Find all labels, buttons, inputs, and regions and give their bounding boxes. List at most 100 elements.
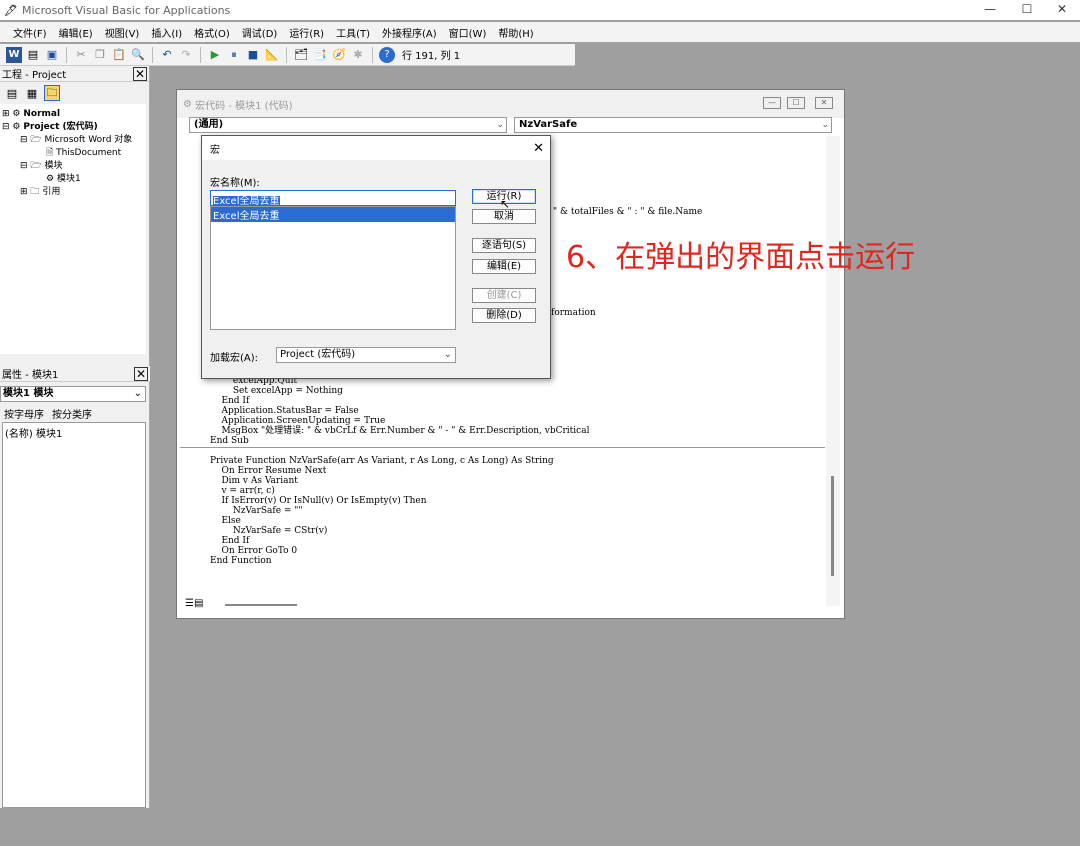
insert-module-icon[interactable]: ▤ [25,47,41,63]
tree-item-thisdocument[interactable]: 🗎 ThisDocument [2,147,144,160]
tree-item-modules[interactable]: ⊟ 🗁 模块 [2,160,144,173]
tree-item-word-objects[interactable]: ⊟ 🗁 Microsoft Word 对象 [2,134,144,147]
vba-project-icon: ⚙ [12,122,21,132]
folder-icon: 🗁 [30,135,42,145]
property-row-name[interactable]: (名称) 模块1 [5,425,143,440]
paste-icon[interactable]: 📋 [111,47,127,63]
dialog-caption: 宏 ✕ [202,136,550,160]
collapse-icon[interactable]: ⊟ [2,121,10,134]
help-icon[interactable]: ? [379,46,395,63]
save-icon[interactable]: ▣ [44,47,60,63]
code-minimize-button[interactable]: — [763,97,781,109]
view-object-icon[interactable]: ▦ [24,85,40,101]
code-line: Private Function NzVarSafe(arr As Varian… [210,456,554,466]
delete-button[interactable]: 删除(D) [472,308,536,323]
tree-item-references[interactable]: ⊞ 🗀 引用 [2,186,144,199]
view-code-icon[interactable]: ▤ [4,85,20,101]
close-project-pane-button[interactable]: ✕ [133,66,147,81]
horizontal-scrollbar-thumb[interactable] [225,604,297,606]
collapse-icon[interactable]: ⊟ [20,134,28,147]
toggle-folders-icon[interactable]: 🗀 [44,85,60,101]
toolbox-icon[interactable]: ✱ [350,47,366,63]
run-icon[interactable]: ▶ [207,47,223,63]
code-line: If IsError(v) Or IsNull(v) Or IsEmpty(v)… [210,496,427,506]
code-window-title: 宏代码 - 模块1 (代码) [195,100,293,112]
menu-file[interactable]: 文件(F) [12,25,48,40]
macro-name-input[interactable]: Excel全局去重 [210,190,456,207]
code-line: On Error GoTo 0 [210,546,298,556]
macro-list-item[interactable]: Excel全局去重 [211,207,455,222]
code-line: v = arr(r, c) [210,486,275,496]
create-button[interactable]: 创建(C) [472,288,536,303]
menu-edit[interactable]: 编辑(E) [58,25,94,40]
view-toggle-icons[interactable]: ☰▤ [185,598,203,609]
macro-name-label: 宏名称(M): [210,178,260,189]
tab-categorized[interactable]: 按分类序 [52,406,92,421]
toolbar-separator [66,46,67,63]
cut-icon[interactable]: ✂ [73,47,89,63]
macro-list[interactable]: Excel全局去重 [210,206,456,330]
menu-run[interactable]: 运行(R) [288,25,325,40]
code-window-caption: ⚙ 宏代码 - 模块1 (代码) — ☐ ✕ [177,90,844,118]
project-explorer-icon[interactable]: 🗂 [293,47,309,63]
code-line: Application.ScreenUpdating = True [210,416,386,426]
code-line: NzVarSafe = CStr(v) [210,526,328,536]
module-icon: ⚙ [46,174,55,184]
word-icon[interactable]: W [6,46,22,63]
undo-icon[interactable]: ↶ [159,47,175,63]
menu-debug[interactable]: 调试(D) [241,25,279,40]
menu-window[interactable]: 窗口(W) [448,25,488,40]
toolbar-separator [286,46,287,63]
vba-app-icon: 🖋 [4,3,18,17]
properties-icon[interactable]: 📑 [312,47,328,63]
menu-addins[interactable]: 外接程序(A) [381,25,438,40]
object-combo[interactable]: (通用) ⌄ [189,117,507,133]
code-close-button[interactable]: ✕ [815,97,833,109]
properties-object-select[interactable]: 模块1 模块 ⌄ [0,386,146,402]
dialog-close-icon[interactable]: ✕ [533,141,544,156]
standard-toolbar: W ▤ ▣ ✂ ❐ 📋 🔍 ↶ ↷ ▶ ⏸ ■ 📐 🗂 📑 🧭 ✱ ? 行 19… [0,44,575,66]
menu-view[interactable]: 视图(V) [104,25,141,40]
menu-help[interactable]: 帮助(H) [497,25,534,40]
find-icon[interactable]: 🔍 [130,47,146,63]
tree-item-project[interactable]: ⊟ ⚙ Project (宏代码) [2,121,144,134]
menu-format[interactable]: 格式(O) [193,25,231,40]
toolbar-separator [152,46,153,63]
code-line: End If [210,536,250,546]
menu-tools[interactable]: 工具(T) [335,25,371,40]
code-line: Else [210,516,241,526]
collapse-icon[interactable]: ⊟ [20,160,28,173]
vba-project-icon: ⚙ [12,109,21,119]
tree-item-normal[interactable]: ⊞ ⚙ Normal [2,108,144,121]
reset-icon[interactable]: ■ [245,47,261,63]
expand-icon[interactable]: ⊞ [2,108,10,121]
scrollbar-thumb[interactable] [831,476,834,576]
tab-alphabetic[interactable]: 按字母序 [4,406,44,421]
tree-item-module1[interactable]: ⚙ 模块1 [2,173,144,186]
folder-icon: 🗁 [30,161,42,171]
copy-icon[interactable]: ❐ [92,47,108,63]
close-button[interactable]: ✕ [1044,0,1080,18]
design-mode-icon[interactable]: 📐 [264,47,280,63]
macros-in-label: 加载宏(A): [210,353,259,364]
minimize-button[interactable]: — [972,0,1008,18]
expand-icon[interactable]: ⊞ [20,186,28,199]
cancel-button[interactable]: 取消 [472,209,536,224]
close-properties-pane-button[interactable]: ✕ [134,366,148,381]
menu-insert[interactable]: 插入(I) [150,25,183,40]
code-line: Dim v As Variant [210,476,298,486]
code-line: End Function [210,556,272,566]
properties-pane-title: 属性 - 模块1 [2,370,59,381]
object-browser-icon[interactable]: 🧭 [331,47,347,63]
step-into-button[interactable]: 逐语句(S) [472,238,536,253]
redo-icon[interactable]: ↷ [178,47,194,63]
procedure-combo[interactable]: NzVarSafe ⌄ [514,117,832,133]
code-line: Application.StatusBar = False [210,406,359,416]
edit-button[interactable]: 编辑(E) [472,259,536,274]
maximize-button[interactable]: ☐ [1009,0,1045,18]
break-icon[interactable]: ⏸ [226,47,242,63]
vertical-scrollbar[interactable] [826,136,840,606]
code-maximize-button[interactable]: ☐ [787,97,805,109]
macros-in-select[interactable]: Project (宏代码) ⌄ [276,347,456,363]
properties-grid: (名称) 模块1 [2,422,146,808]
